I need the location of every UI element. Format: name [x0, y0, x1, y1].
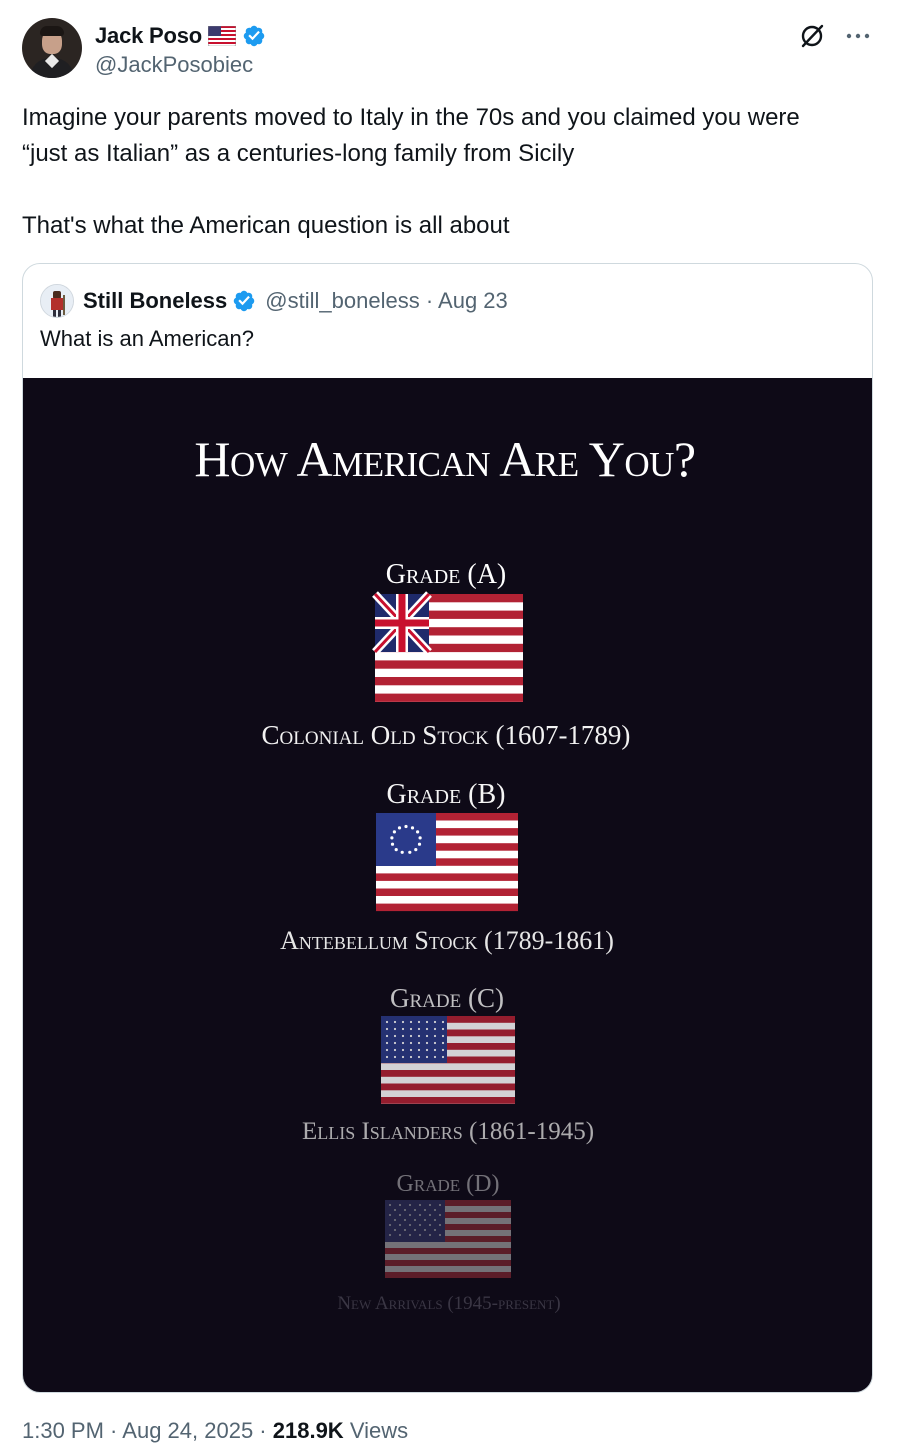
tweet-text-line: “just as Italian” as a centuries-long fa…	[22, 140, 575, 167]
grade-d-label: Grade (D)	[397, 1171, 500, 1197]
grade-a-caption: Colonial Old Stock (1607-1789)	[262, 720, 631, 750]
tweet-date[interactable]: Aug 24, 2025	[122, 1418, 253, 1443]
verified-badge-icon	[243, 25, 265, 47]
tweet-header: Jack Poso @JackPosobiec	[22, 18, 880, 82]
grade-a-section: Grade (A) Colonial Old Stock (1607-1789)	[262, 559, 631, 750]
quoted-author-handle[interactable]: @still_boneless · Aug 23	[265, 288, 508, 314]
author-name-row: Jack Poso	[95, 22, 266, 50]
more-options-icon[interactable]	[844, 26, 872, 46]
views-count[interactable]: 218.9K	[273, 1418, 344, 1443]
50-star-flag-icon	[385, 1200, 511, 1278]
views-label: Views	[349, 1418, 409, 1443]
us-flag-emoji-icon	[208, 26, 237, 46]
quoted-author-name[interactable]: Still Boneless	[83, 288, 227, 314]
verified-badge-icon	[234, 290, 255, 312]
quoted-tweet-date[interactable]: Aug 23	[438, 288, 508, 313]
grok-icon[interactable]	[798, 22, 826, 50]
betsy-ross-flag-icon	[376, 813, 518, 912]
grade-c-label: Grade (C)	[390, 983, 504, 1013]
tweet-footer: 1:30 PM · Aug 24, 2025 · 218.9K Views	[22, 1418, 409, 1443]
48-star-flag-icon	[381, 1016, 515, 1104]
grade-d-caption: New Arrivals (1945-present)	[337, 1293, 560, 1314]
grand-union-flag-icon	[372, 591, 523, 702]
quoted-tweet-card[interactable]: Still Boneless @still_boneless · Aug 23 …	[22, 263, 873, 1393]
quoted-author-avatar[interactable]	[40, 284, 74, 318]
tweet-timestamp[interactable]: 1:30 PM · Aug 24, 2025	[22, 1418, 253, 1443]
tweet-text-line: Imagine your parents moved to Italy in t…	[22, 104, 800, 131]
grade-b-section: Grade (B) Antebellum Stock (1789-1861)	[280, 779, 614, 955]
grade-a-label: Grade (A)	[386, 559, 507, 590]
author-display-name[interactable]: Jack Poso	[95, 23, 202, 49]
tweet-text-line: That's what the American question is all…	[22, 212, 510, 239]
infographic-title: How American Are You?	[194, 431, 695, 487]
quoted-tweet-image[interactable]: How American Are You? Grade (A) Colonial…	[23, 378, 872, 1392]
grade-c-caption: Ellis Islanders (1861-1945)	[302, 1118, 594, 1145]
grade-b-caption: Antebellum Stock (1789-1861)	[280, 926, 614, 955]
author-handle[interactable]: @JackPosobiec	[95, 52, 253, 78]
tweet-time[interactable]: 1:30 PM	[22, 1418, 104, 1443]
quoted-tweet-header: Still Boneless @still_boneless · Aug 23	[40, 284, 508, 318]
grade-c-section: Grade (C) Ellis Islanders (1861-1945)	[302, 983, 594, 1145]
tweet-text: Imagine your parents moved to Italy in t…	[22, 100, 882, 244]
author-avatar[interactable]	[22, 18, 82, 78]
quoted-tweet-text: What is an American?	[40, 326, 254, 351]
grade-d-section: Grade (D)	[385, 1171, 511, 1278]
grade-b-label: Grade (B)	[387, 779, 506, 810]
